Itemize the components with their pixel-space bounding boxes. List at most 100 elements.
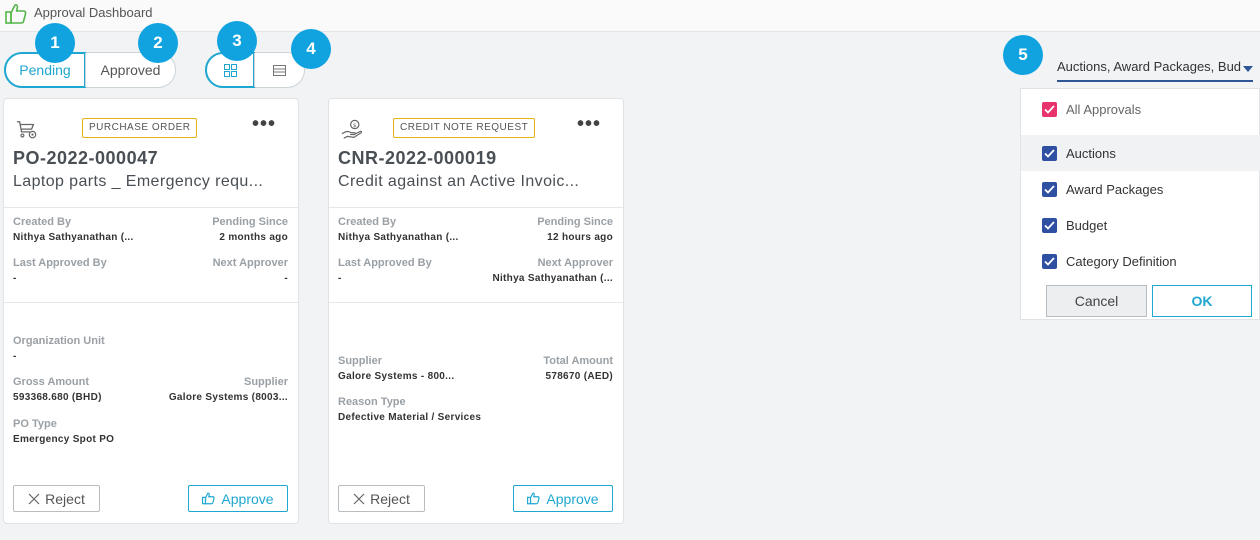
filter-selected-text: Auctions, Award Packages, Bud bbox=[1057, 59, 1242, 74]
page-title: Approval Dashboard bbox=[34, 5, 153, 20]
field-label: Pending Since bbox=[212, 216, 288, 228]
chevron-down-icon bbox=[1243, 66, 1253, 72]
option-label: Auctions bbox=[1066, 145, 1116, 161]
ok-button[interactable]: OK bbox=[1152, 285, 1252, 317]
filter-option-budget[interactable]: Budget bbox=[1021, 207, 1260, 243]
pending-since-field: Pending Since 2 months ago bbox=[154, 216, 288, 243]
field-label: PO Type bbox=[13, 418, 57, 430]
approval-card[interactable]: $ CREDIT NOTE REQUEST ••• CNR-2022-00001… bbox=[328, 98, 624, 524]
hand-coin-icon: $ bbox=[341, 119, 363, 139]
supplier-field: Supplier Galore Systems - 800... bbox=[338, 355, 478, 382]
field-value: 2 months ago bbox=[219, 232, 288, 243]
step-marker-2: 2 bbox=[138, 23, 178, 63]
close-icon bbox=[28, 493, 40, 504]
divider bbox=[4, 302, 298, 303]
field-value: Defective Material / Services bbox=[338, 412, 482, 423]
more-options-icon[interactable]: ••• bbox=[577, 113, 601, 136]
field-label: Last Approved By bbox=[338, 257, 432, 269]
field-label: Last Approved By bbox=[13, 257, 107, 269]
approve-label: Approve bbox=[546, 490, 599, 507]
gross-amount-field: Gross Amount 593368.680 (BHD) bbox=[13, 376, 143, 403]
cart-settings-icon bbox=[16, 121, 37, 139]
field-value: 593368.680 (BHD) bbox=[13, 392, 102, 403]
approval-card[interactable]: PURCHASE ORDER ••• PO-2022-000047 Laptop… bbox=[3, 98, 299, 524]
field-label: Organization Unit bbox=[13, 335, 105, 347]
step-marker-4: 4 bbox=[291, 29, 331, 69]
checkbox-checked-icon[interactable] bbox=[1042, 145, 1057, 161]
field-label: Created By bbox=[13, 216, 72, 228]
cancel-button[interactable]: Cancel bbox=[1046, 285, 1147, 317]
field-value: Galore Systems (8003... bbox=[168, 392, 288, 403]
field-label: Supplier bbox=[243, 376, 288, 388]
field-label: Reason Type bbox=[338, 396, 406, 408]
filter-option-all-approvals[interactable]: All Approvals bbox=[1021, 91, 1260, 127]
created-by-field: Created By Nithya Sathyanathan (... bbox=[13, 216, 153, 243]
more-options-icon[interactable]: ••• bbox=[252, 113, 276, 136]
field-value: - bbox=[13, 351, 17, 362]
reject-label: Reject bbox=[45, 490, 85, 507]
request-description: Credit against an Active Invoic... bbox=[338, 173, 580, 190]
option-label: All Approvals bbox=[1066, 101, 1142, 117]
reject-label: Reject bbox=[370, 490, 410, 507]
field-label: Next Approver bbox=[537, 257, 613, 269]
checkbox-checked-icon[interactable] bbox=[1042, 101, 1057, 117]
field-value: - bbox=[338, 273, 342, 284]
created-by-field: Created By Nithya Sathyanathan (... bbox=[338, 216, 478, 243]
filter-dropdown: All Approvals Auctions Award Packages Bu… bbox=[1020, 88, 1260, 320]
filter-option-award-packages[interactable]: Award Packages bbox=[1021, 171, 1260, 207]
checkbox-checked-icon[interactable] bbox=[1042, 253, 1057, 269]
step-marker-5: 5 bbox=[1003, 35, 1043, 75]
last-approved-field: Last Approved By - bbox=[338, 257, 468, 284]
option-label: Category Definition bbox=[1066, 253, 1177, 269]
step-marker-1: 1 bbox=[35, 23, 75, 63]
option-label: Budget bbox=[1066, 217, 1108, 233]
divider bbox=[4, 207, 298, 208]
field-value: Nithya Sathyanathan (... bbox=[338, 232, 459, 243]
po-type-field: PO Type Emergency Spot PO bbox=[13, 418, 213, 445]
top-bar: Approval Dashboard bbox=[0, 0, 1260, 32]
option-label: Award Packages bbox=[1066, 181, 1164, 197]
checkbox-checked-icon[interactable] bbox=[1042, 217, 1057, 233]
reject-button[interactable]: Reject bbox=[338, 485, 425, 512]
approval-type-filter[interactable]: Auctions, Award Packages, Bud bbox=[1057, 56, 1253, 82]
filter-option-category-definition[interactable]: Category Definition bbox=[1021, 243, 1260, 279]
field-value: - bbox=[13, 273, 17, 284]
field-label: Total Amount bbox=[543, 355, 613, 367]
approve-button[interactable]: Approve bbox=[513, 485, 613, 512]
field-value: Nithya Sathyanathan (... bbox=[13, 232, 134, 243]
svg-text:$: $ bbox=[353, 123, 357, 129]
checkbox-checked-icon[interactable] bbox=[1042, 181, 1057, 197]
field-value: Nithya Sathyanathan (... bbox=[492, 273, 613, 284]
field-value: Emergency Spot PO bbox=[13, 434, 115, 445]
thumbs-up-icon bbox=[527, 492, 541, 505]
field-value: Galore Systems - 800... bbox=[338, 371, 455, 382]
next-approver-field: Next Approver Nithya Sathyanathan (... bbox=[469, 257, 613, 284]
reject-button[interactable]: Reject bbox=[13, 485, 100, 512]
approve-label: Approve bbox=[221, 490, 274, 507]
total-amount-field: Total Amount 578670 (AED) bbox=[479, 355, 613, 382]
divider bbox=[329, 302, 623, 303]
field-value: 578670 (AED) bbox=[545, 371, 613, 382]
thumbs-up-icon bbox=[202, 492, 216, 505]
request-number: PO-2022-000047 bbox=[13, 148, 159, 168]
view-toggle bbox=[205, 52, 305, 88]
type-badge: CREDIT NOTE REQUEST bbox=[393, 118, 536, 138]
field-label: Gross Amount bbox=[13, 376, 89, 388]
field-value: 12 hours ago bbox=[547, 232, 613, 243]
next-approver-field: Next Approver - bbox=[154, 257, 288, 284]
thumbs-up-icon bbox=[5, 3, 27, 24]
request-number: CNR-2022-000019 bbox=[338, 148, 497, 168]
last-approved-field: Last Approved By - bbox=[13, 257, 153, 284]
reason-type-field: Reason Type Defective Material / Service… bbox=[338, 396, 598, 423]
approve-button[interactable]: Approve bbox=[188, 485, 288, 512]
field-label: Next Approver bbox=[212, 257, 288, 269]
field-label: Created By bbox=[338, 216, 397, 228]
step-marker-3: 3 bbox=[217, 21, 257, 61]
divider bbox=[329, 207, 623, 208]
field-value: - bbox=[284, 273, 288, 284]
grid-view-icon bbox=[223, 63, 237, 77]
field-label: Supplier bbox=[338, 355, 383, 367]
supplier-field: Supplier Galore Systems (8003... bbox=[144, 376, 288, 403]
filter-option-auctions[interactable]: Auctions bbox=[1021, 135, 1260, 171]
list-view-icon bbox=[273, 64, 286, 76]
